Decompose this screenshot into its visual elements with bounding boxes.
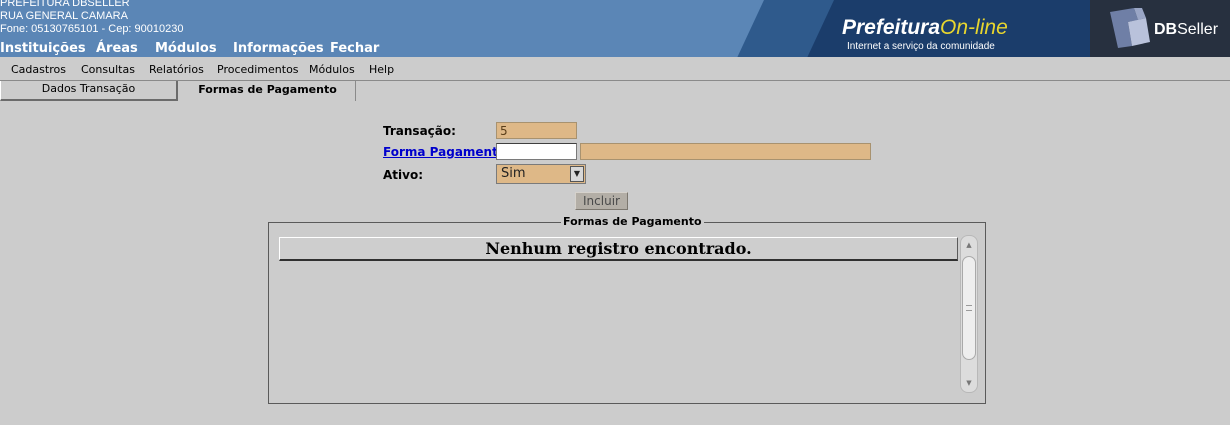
ativo-label: Ativo: — [383, 168, 424, 182]
forma-pagamento-code-input[interactable] — [496, 143, 577, 160]
org-address: RUA GENERAL CAMARA — [0, 10, 128, 22]
menu-relatorios[interactable]: Relatórios — [149, 63, 204, 76]
menu-bar: Cadastros Consultas Relatórios Procedime… — [0, 57, 1230, 81]
prefeitura-online-logo: PrefeituraOn-line — [842, 16, 1008, 40]
app-header: PREFEITURA DBSELLER RUA GENERAL CAMARA F… — [0, 0, 1230, 57]
menu-consultas[interactable]: Consultas — [81, 63, 135, 76]
forma-pagamento-link[interactable]: Forma Pagamento: — [383, 145, 511, 159]
nav-informacoes[interactable]: Informações — [233, 41, 324, 56]
scroll-thumb[interactable] — [962, 256, 976, 360]
dropdown-arrow-icon[interactable]: ▼ — [570, 166, 584, 182]
brand-slogan: Internet a serviço da comunidade — [847, 41, 995, 52]
dbseller-logo-text: DBSeller — [1154, 21, 1219, 38]
nav-modulos[interactable]: Módulos — [155, 41, 217, 56]
ativo-select[interactable]: Sim ▼ — [496, 164, 586, 184]
incluir-button[interactable]: Incluir — [575, 192, 628, 210]
grid-scrollbar[interactable]: ▲ ▼ — [960, 235, 978, 393]
tab-formas-de-pagamento[interactable]: Formas de Pagamento — [180, 81, 356, 101]
empty-grid-message: Nenhum registro encontrado. — [279, 237, 958, 261]
forma-pagamento-description-field — [580, 143, 871, 160]
transacao-field: 5 — [496, 122, 577, 139]
org-contact: Fone: 05130765101 - Cep: 90010230 — [0, 23, 184, 35]
nav-areas[interactable]: Áreas — [96, 41, 138, 56]
brand-online-text: On-line — [940, 16, 1008, 39]
menu-help[interactable]: Help — [369, 63, 394, 76]
tab-dados-transacao[interactable]: Dados Transação — [0, 81, 178, 101]
nav-instituicoes[interactable]: Instituições — [0, 41, 86, 56]
menu-modulos[interactable]: Módulos — [309, 63, 355, 76]
brand-main-text: Prefeitura — [842, 16, 941, 39]
fieldset-legend: Formas de Pagamento — [561, 215, 704, 228]
org-name: PREFEITURA DBSELLER — [0, 0, 130, 9]
menu-cadastros[interactable]: Cadastros — [11, 63, 66, 76]
dbseller-logo-icon — [1110, 8, 1150, 48]
organization-info: PREFEITURA DBSELLER RUA GENERAL CAMARA F… — [0, 0, 184, 36]
scroll-down-arrow-icon[interactable]: ▼ — [961, 376, 977, 390]
nav-fechar[interactable]: Fechar — [330, 41, 379, 56]
menu-procedimentos[interactable]: Procedimentos — [217, 63, 299, 76]
grip-icon — [966, 305, 972, 311]
scroll-up-arrow-icon[interactable]: ▲ — [961, 238, 977, 252]
ativo-selected-value: Sim — [501, 166, 526, 181]
transacao-label: Transação: — [383, 124, 456, 138]
